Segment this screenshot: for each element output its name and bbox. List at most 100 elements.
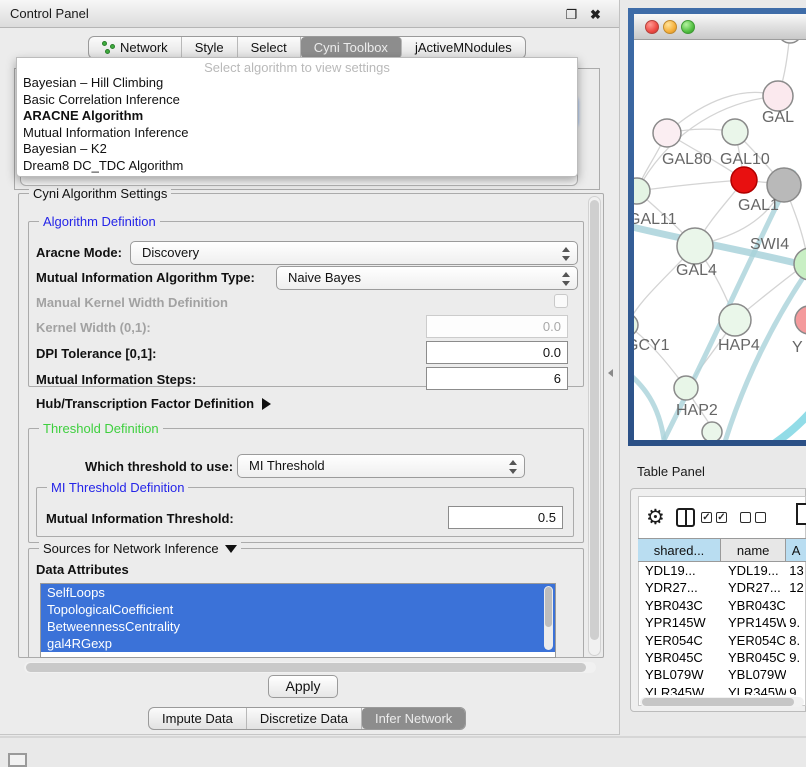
- minimize-window-icon[interactable]: [663, 20, 677, 34]
- table-row[interactable]: YDR27...YDR27...12: [638, 579, 806, 596]
- network-labels: GAL GAL80 GAL10 GAL1 GAL11 SWI4 GAL4 GCY…: [634, 109, 803, 419]
- node-gal80: [653, 119, 681, 147]
- table-row[interactable]: YBR043CYBR043C: [638, 597, 806, 614]
- label-gal4: GAL4: [676, 262, 717, 279]
- deselect-all-checkbox-icon[interactable]: [740, 512, 751, 523]
- table-row[interactable]: YPR145WYPR145W9.: [638, 614, 806, 631]
- kernel-width-label: Kernel Width (0,1):: [36, 320, 151, 335]
- label-gcy1: GCY1: [634, 337, 670, 354]
- table-row[interactable]: YBR045CYBR045C9.: [638, 649, 806, 666]
- algorithm-option-bayesian-hill[interactable]: Bayesian – Hill Climbing: [17, 75, 577, 92]
- tab-style[interactable]: Style: [182, 37, 238, 58]
- algorithm-dropdown-popup: Select algorithm to view settings Bayesi…: [16, 57, 578, 177]
- tab-impute-data[interactable]: Impute Data: [149, 708, 247, 729]
- split-pane-collapse-arrow-icon[interactable]: [608, 369, 613, 377]
- algorithm-option-dream8[interactable]: Dream8 DC_TDC Algorithm: [17, 158, 577, 175]
- label-gal11: GAL11: [634, 211, 677, 228]
- attribute-item-gal4rgexp[interactable]: gal4RGexp: [41, 635, 555, 652]
- node-attribute-table: shared... name A YDL19...YDL19...13 YDR2…: [638, 538, 806, 695]
- export-table-document-icon[interactable]: [796, 503, 806, 525]
- top-tab-bar: Network Style Select Cyni Toolbox jActiv…: [88, 36, 526, 59]
- mi-steps-field[interactable]: 6: [426, 367, 568, 390]
- mi-type-label: Mutual Information Algorithm Type:: [36, 270, 255, 285]
- table-row[interactable]: YBL079WYBL079W: [638, 666, 806, 683]
- show-columns-icon[interactable]: [676, 508, 695, 527]
- close-window-icon[interactable]: [645, 20, 659, 34]
- table-settings-gear-icon[interactable]: ⚙: [646, 505, 665, 530]
- dpi-tolerance-field[interactable]: 0.0: [426, 341, 568, 364]
- minimized-panel-icon[interactable]: [8, 753, 27, 767]
- manual-kernel-label: Manual Kernel Width Definition: [36, 295, 228, 310]
- attribute-item-selfloops[interactable]: SelfLoops: [41, 584, 555, 601]
- mi-steps-label: Mutual Information Steps:: [36, 372, 196, 387]
- mi-type-combo[interactable]: Naive Bayes: [276, 266, 578, 290]
- deselect-all-checkbox-icon[interactable]: [755, 512, 766, 523]
- hub-definition-expander[interactable]: Hub/Transcription Factor Definition: [36, 396, 271, 411]
- close-panel-icon[interactable]: ✖: [588, 7, 603, 22]
- zoom-window-icon[interactable]: [681, 20, 695, 34]
- which-threshold-label: Which threshold to use:: [85, 459, 233, 474]
- table-row[interactable]: YLR345WYLR345W9.: [638, 684, 806, 695]
- node-hap4: [719, 304, 751, 336]
- control-panel: Control Panel ❐ ✖ Network Style Select C…: [0, 0, 620, 735]
- node-gal10: [722, 119, 748, 145]
- dpi-tolerance-label: DPI Tolerance [0,1]:: [36, 346, 156, 361]
- settings-horizontal-scrollbar[interactable]: [24, 662, 596, 673]
- data-attributes-list: SelfLoops TopologicalCoefficient Between…: [40, 583, 556, 658]
- label-swi4: SWI4: [750, 236, 789, 253]
- attributes-scrollbar[interactable]: [544, 586, 553, 650]
- expander-right-arrow-icon: [262, 398, 271, 410]
- panel-bottom-divider: [0, 736, 806, 738]
- tab-network[interactable]: Network: [89, 37, 182, 58]
- combo-stepper-icon: [561, 246, 570, 262]
- column-header-partial[interactable]: A: [786, 539, 806, 561]
- attribute-item-betweenness[interactable]: BetweennessCentrality: [41, 618, 555, 635]
- threshold-definition-title: Threshold Definition: [39, 421, 163, 436]
- label-hap2: HAP2: [676, 402, 718, 419]
- node-partial-bottom: [702, 422, 722, 440]
- mi-threshold-definition-title: MI Threshold Definition: [47, 480, 188, 495]
- select-all-checkbox-icon[interactable]: ✓: [701, 512, 712, 523]
- which-threshold-combo[interactable]: MI Threshold: [237, 454, 525, 478]
- table-header-row: shared... name A: [638, 538, 806, 562]
- label-hap4: HAP4: [718, 337, 760, 354]
- data-attributes-label: Data Attributes: [36, 562, 129, 577]
- algorithm-option-basic-correlation[interactable]: Basic Correlation Inference: [17, 92, 577, 109]
- settings-group-title: Cyni Algorithm Settings: [29, 186, 171, 201]
- table-row[interactable]: YER054CYER054C8.: [638, 632, 806, 649]
- tab-infer-network[interactable]: Infer Network: [362, 708, 465, 729]
- algorithm-definition-title: Algorithm Definition: [39, 214, 160, 229]
- label-gal1: GAL1: [738, 197, 779, 214]
- network-view-canvas[interactable]: GAL GAL80 GAL10 GAL1 GAL11 SWI4 GAL4 GCY…: [634, 40, 806, 440]
- float-panel-icon[interactable]: ❐: [564, 7, 579, 22]
- sources-title[interactable]: Sources for Network Inference: [39, 541, 241, 556]
- apply-button[interactable]: Apply: [268, 675, 338, 698]
- tab-jactivemnodules[interactable]: jActiveMNodules: [402, 37, 525, 58]
- aracne-mode-combo[interactable]: Discovery: [130, 241, 578, 265]
- table-row[interactable]: YDL19...YDL19...13: [638, 562, 806, 579]
- settings-vertical-scrollbar[interactable]: [588, 196, 601, 656]
- table-horizontal-scrollbar[interactable]: [640, 697, 804, 707]
- tab-cyni-toolbox[interactable]: Cyni Toolbox: [301, 37, 402, 58]
- combo-stepper-icon: [561, 271, 570, 287]
- dropdown-placeholder: Select algorithm to view settings: [17, 58, 577, 75]
- bottom-tab-bar: Impute Data Discretize Data Infer Networ…: [148, 707, 466, 730]
- label-gal-partial: GAL: [762, 109, 794, 126]
- node-gal4: [677, 228, 713, 264]
- column-header-name[interactable]: name: [721, 539, 786, 561]
- attribute-item-topological[interactable]: TopologicalCoefficient: [41, 601, 555, 618]
- tab-discretize-data[interactable]: Discretize Data: [247, 708, 362, 729]
- algorithm-option-bayesian-k2[interactable]: Bayesian – K2: [17, 141, 577, 158]
- kernel-width-field[interactable]: 0.0: [426, 315, 568, 338]
- select-all-checkbox-icon[interactable]: ✓: [716, 512, 727, 523]
- mi-threshold-field[interactable]: 0.5: [448, 506, 563, 529]
- table-panel-title: Table Panel: [637, 464, 705, 479]
- manual-kernel-checkbox[interactable]: [554, 294, 568, 308]
- algorithm-option-mutual-information[interactable]: Mutual Information Inference: [17, 125, 577, 142]
- network-window-titlebar[interactable]: [634, 14, 806, 40]
- algorithm-option-aracne[interactable]: ARACNE Algorithm: [17, 108, 577, 125]
- label-y-partial: Y: [792, 339, 803, 356]
- tab-select[interactable]: Select: [238, 37, 301, 58]
- column-header-shared-name[interactable]: shared...: [638, 539, 721, 561]
- node-gal1: [731, 167, 757, 193]
